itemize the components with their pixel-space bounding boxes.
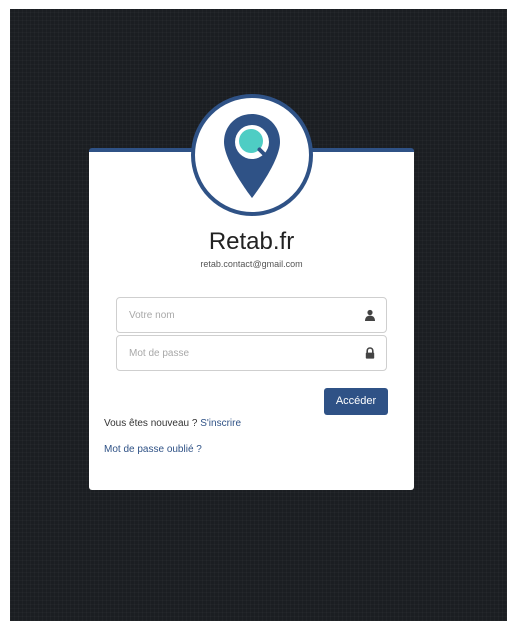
app-title: Retab.fr <box>208 228 295 255</box>
contact-email: retab.contact@gmail.com <box>200 259 303 269</box>
map-pin-search-icon <box>224 114 280 198</box>
password-input[interactable] <box>129 336 344 370</box>
register-link[interactable]: S'inscrire <box>200 418 241 429</box>
password-field[interactable] <box>116 335 387 371</box>
register-prompt: Vous êtes nouveau ? S'inscrire <box>104 418 241 429</box>
user-icon <box>365 309 375 321</box>
username-input[interactable] <box>129 298 344 332</box>
lock-icon <box>365 347 375 359</box>
forgot-password-link[interactable]: Mot de passe oublié ? <box>104 444 202 455</box>
submit-button[interactable]: Accéder <box>324 388 388 415</box>
register-prompt-text: Vous êtes nouveau ? <box>104 418 198 429</box>
logo <box>191 94 313 216</box>
username-field[interactable] <box>116 297 387 333</box>
